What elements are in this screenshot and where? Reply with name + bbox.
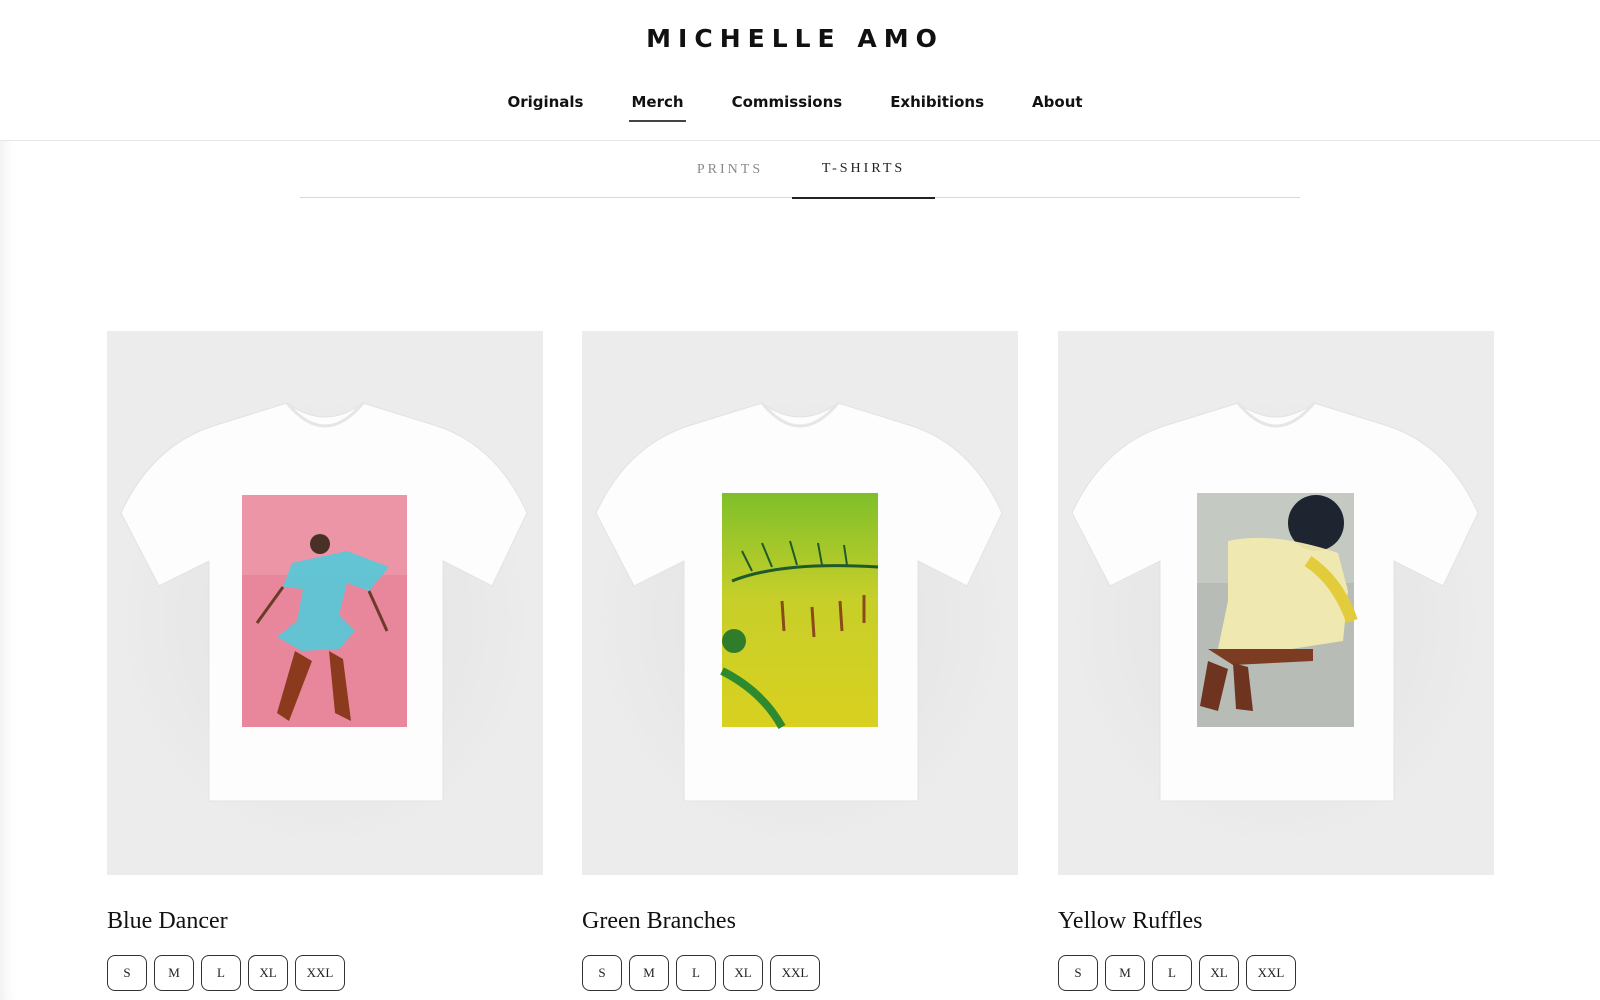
- size-options: S M L XL XXL: [582, 955, 1018, 991]
- size-button-m[interactable]: M: [629, 955, 669, 991]
- product-image-blue-dancer[interactable]: [107, 331, 543, 875]
- size-options: S M L XL XXL: [1058, 955, 1494, 991]
- product-title[interactable]: Yellow Ruffles: [1058, 908, 1494, 938]
- nav-item-originals[interactable]: Originals: [505, 90, 585, 122]
- size-button-xxl[interactable]: XXL: [1246, 955, 1296, 991]
- size-button-s[interactable]: S: [107, 955, 147, 991]
- size-button-m[interactable]: M: [154, 955, 194, 991]
- product-image-yellow-ruffles[interactable]: [1058, 331, 1494, 875]
- main-nav: Originals Merch Commissions Exhibitions …: [0, 90, 1590, 122]
- size-button-l[interactable]: L: [201, 955, 241, 991]
- page: MICHELLE AMO Originals Merch Commissions…: [0, 0, 1600, 1000]
- product-image-green-branches[interactable]: [582, 331, 1018, 875]
- tshirt-mockup: [115, 391, 535, 851]
- product-title[interactable]: Blue Dancer: [107, 908, 543, 938]
- size-button-xl[interactable]: XL: [723, 955, 763, 991]
- tab-prints[interactable]: PRINTS: [682, 141, 778, 198]
- product-title[interactable]: Green Branches: [582, 908, 1018, 938]
- nav-item-merch[interactable]: Merch: [629, 90, 686, 122]
- product-card-yellow-ruffles: Yellow Ruffles S M L XL XXL: [1058, 331, 1494, 991]
- size-button-l[interactable]: L: [1152, 955, 1192, 991]
- size-options: S M L XL XXL: [107, 955, 543, 991]
- tshirt-mockup: [1066, 391, 1486, 851]
- site-header: MICHELLE AMO Originals Merch Commissions…: [0, 0, 1600, 141]
- size-button-m[interactable]: M: [1105, 955, 1145, 991]
- tshirt-mockup: [590, 391, 1010, 851]
- size-button-xl[interactable]: XL: [248, 955, 288, 991]
- size-button-xxl[interactable]: XXL: [295, 955, 345, 991]
- size-button-xxl[interactable]: XXL: [770, 955, 820, 991]
- product-card-blue-dancer: Blue Dancer S M L XL XXL: [107, 331, 543, 991]
- site-logo[interactable]: MICHELLE AMO: [0, 24, 1590, 53]
- product-card-green-branches: Green Branches S M L XL XXL: [582, 331, 1018, 991]
- size-button-s[interactable]: S: [582, 955, 622, 991]
- merch-category-tabs: PRINTS T-SHIRTS: [300, 141, 1300, 199]
- size-button-s[interactable]: S: [1058, 955, 1098, 991]
- nav-item-exhibitions[interactable]: Exhibitions: [888, 90, 986, 122]
- tab-t-shirts[interactable]: T-SHIRTS: [792, 141, 935, 199]
- size-button-l[interactable]: L: [676, 955, 716, 991]
- nav-item-commissions[interactable]: Commissions: [730, 90, 845, 122]
- nav-item-about[interactable]: About: [1030, 90, 1085, 122]
- size-button-xl[interactable]: XL: [1199, 955, 1239, 991]
